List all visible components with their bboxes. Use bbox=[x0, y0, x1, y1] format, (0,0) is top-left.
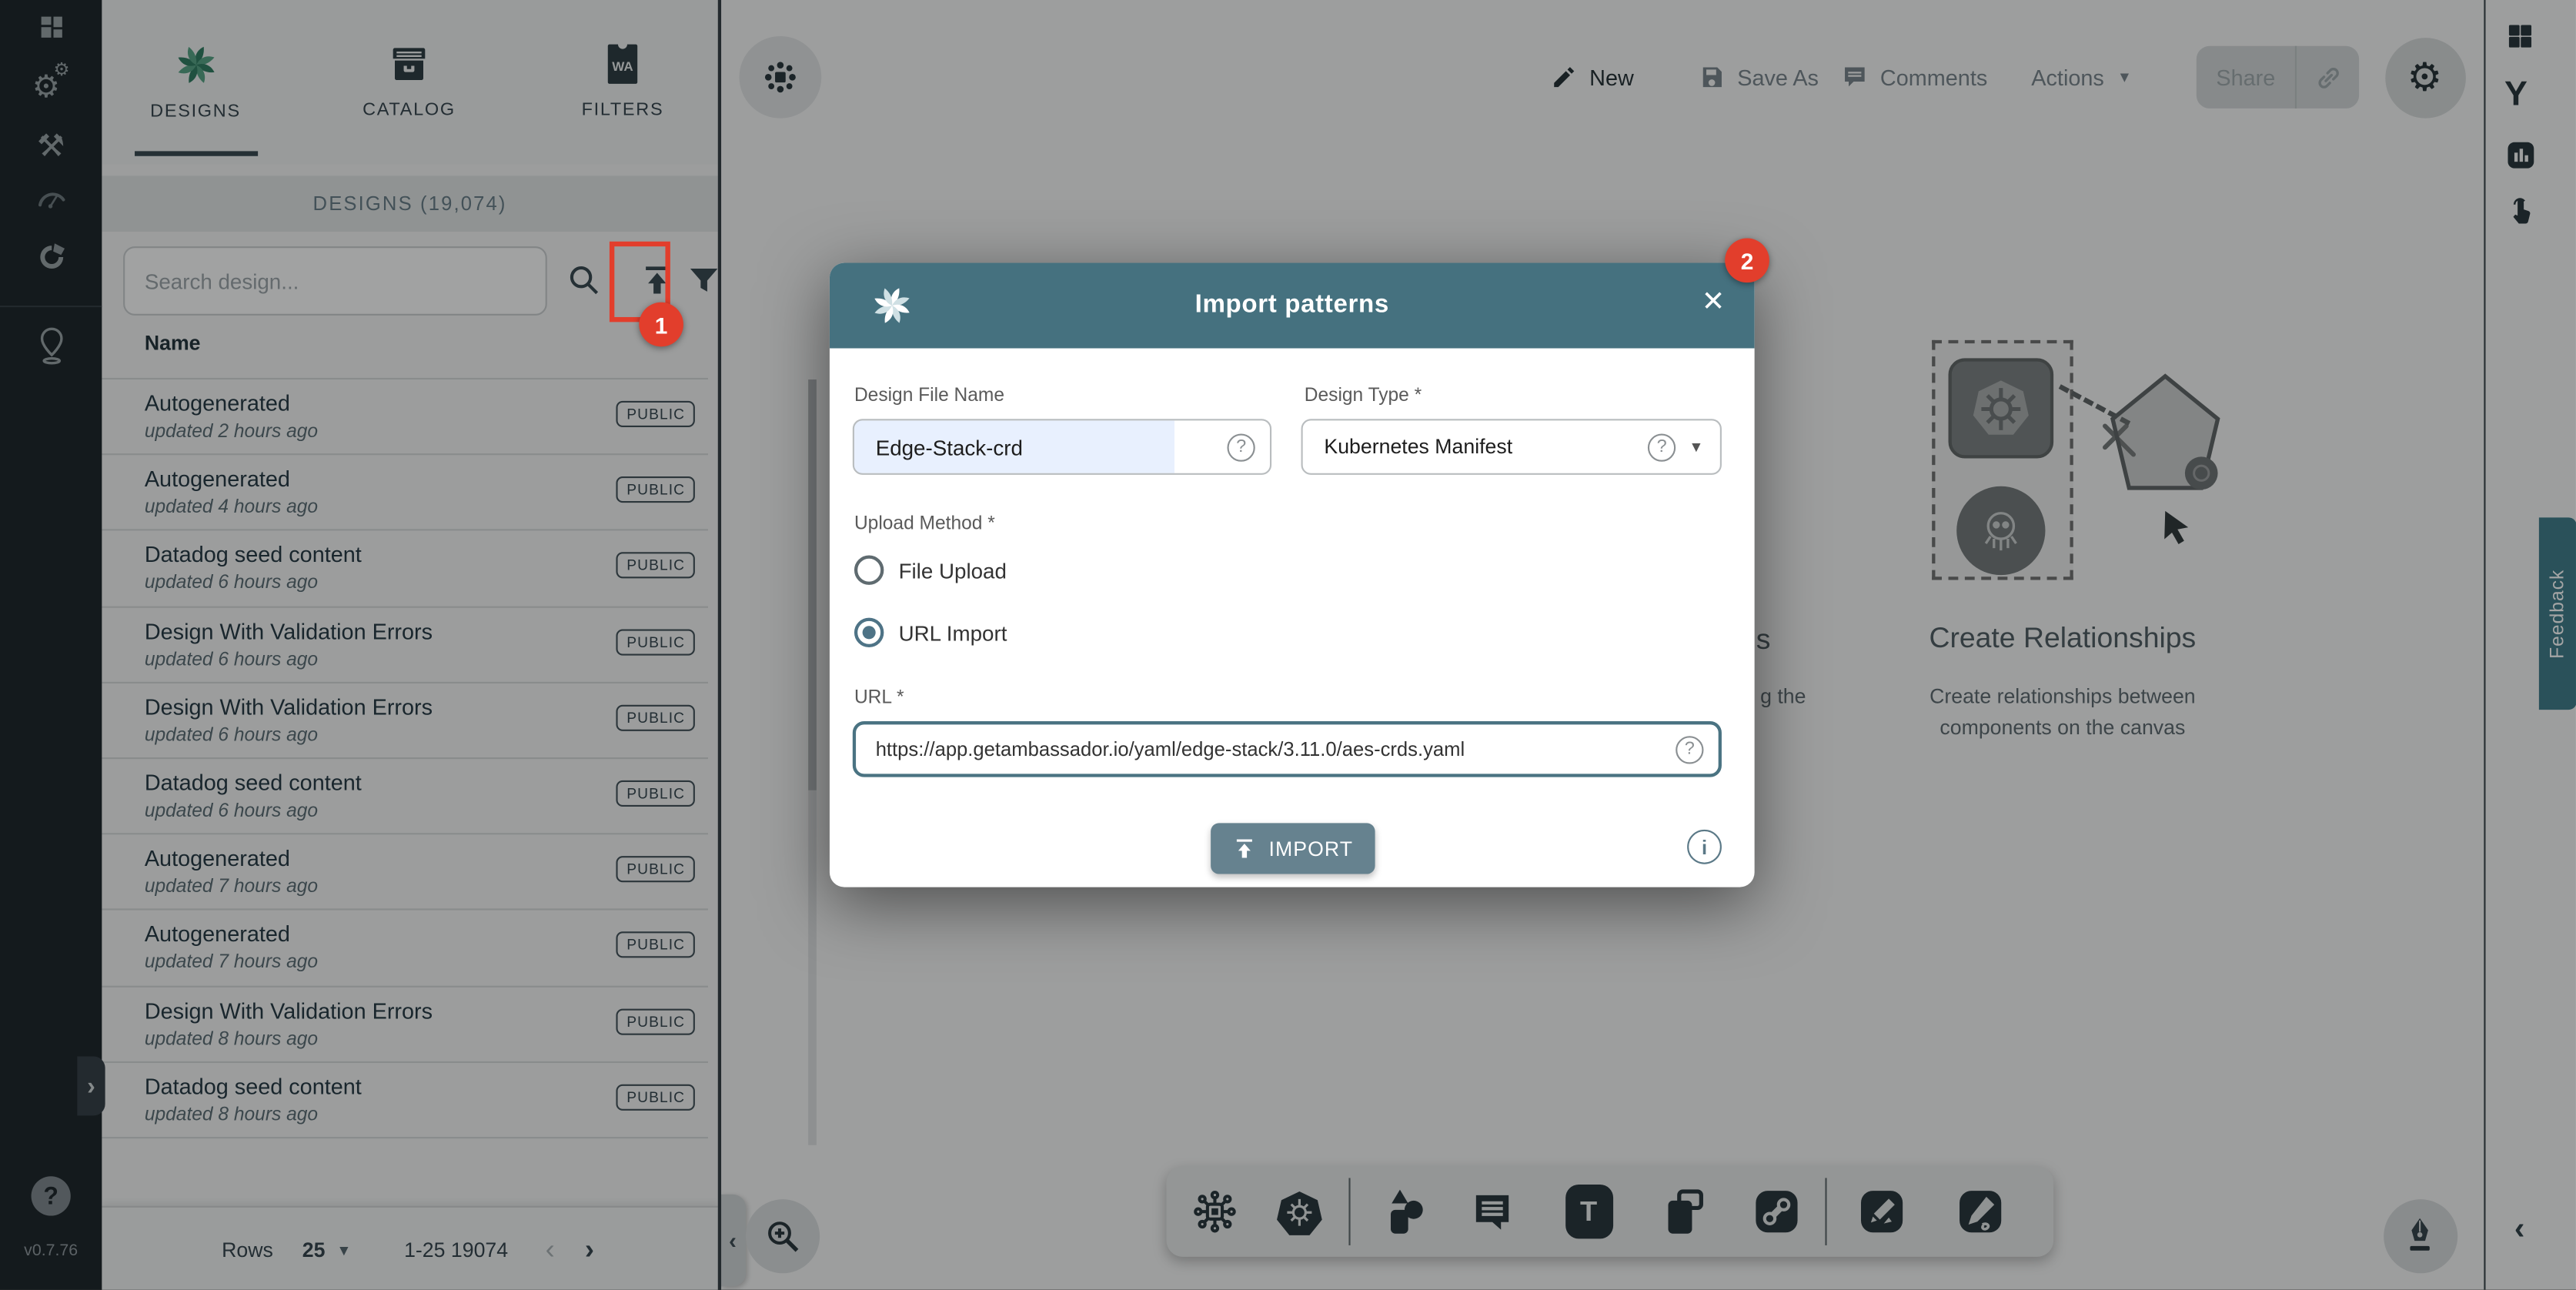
design-file-name-input[interactable]: Edge-Stack-crd ? bbox=[853, 419, 1271, 475]
app-root: ⚙⚙ ⚒ ? v0.7.76 › DESIGNS CATALOG bbox=[0, 0, 2576, 1290]
design-type-label: Design Type * bbox=[1305, 386, 1422, 406]
design-type-select[interactable]: Kubernetes Manifest ? ▼ bbox=[1301, 419, 1722, 475]
help-question-icon[interactable]: ? bbox=[1648, 433, 1676, 460]
upload-icon bbox=[1233, 836, 1258, 861]
close-icon[interactable]: ✕ bbox=[1702, 288, 1725, 316]
file-upload-radio[interactable] bbox=[854, 555, 884, 584]
url-import-radio[interactable] bbox=[854, 618, 884, 647]
url-import-radio-label[interactable]: URL Import bbox=[899, 621, 1007, 646]
url-label: URL * bbox=[854, 688, 904, 708]
modal-title: Import patterns bbox=[830, 291, 1755, 320]
help-question-icon[interactable]: ? bbox=[1227, 433, 1255, 460]
help-question-icon[interactable]: ? bbox=[1676, 735, 1703, 763]
meshery-swirl-icon-white bbox=[870, 284, 913, 326]
import-patterns-modal: Import patterns ✕ Design File Name Edge-… bbox=[830, 263, 1755, 887]
url-input[interactable]: https://app.getambassador.io/yaml/edge-s… bbox=[853, 721, 1722, 777]
info-icon[interactable]: i bbox=[1687, 830, 1722, 864]
import-button[interactable]: IMPORT bbox=[1211, 823, 1375, 874]
file-upload-radio-label[interactable]: File Upload bbox=[899, 559, 1007, 583]
annotation-step2-badge: 2 bbox=[1725, 239, 1769, 283]
modal-header: Import patterns ✕ bbox=[830, 263, 1755, 349]
annotation-step1-badge: 1 bbox=[639, 302, 683, 347]
upload-method-label: Upload Method * bbox=[854, 514, 995, 534]
chevron-down-icon: ▼ bbox=[1689, 439, 1703, 455]
design-file-name-label: Design File Name bbox=[854, 386, 1004, 406]
